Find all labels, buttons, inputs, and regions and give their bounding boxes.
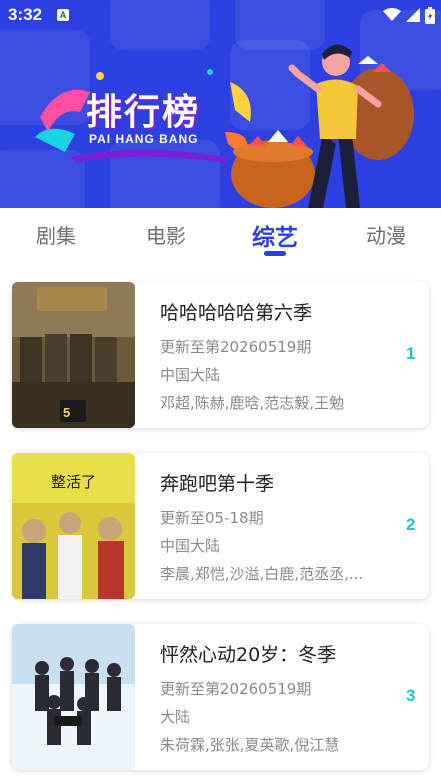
ranking-list: 5 哈哈哈哈哈第六季 更新至第20260519期 中国大陆 邓超,陈赫,鹿晗,范… bbox=[0, 266, 441, 784]
show-card[interactable]: 5 哈哈哈哈哈第六季 更新至第20260519期 中国大陆 邓超,陈赫,鹿晗,范… bbox=[12, 282, 429, 428]
banner-title: 排行榜 bbox=[86, 92, 201, 133]
show-title: 怦然心动20岁：冬季 bbox=[160, 644, 337, 666]
rank-number: 2 bbox=[406, 515, 416, 534]
rank-number: 3 bbox=[406, 686, 416, 705]
show-card[interactable]: 整活了 奔跑吧第十季 更新至05-18期 中国大陆 李晨,郑恺,沙溢,白鹿,范丞… bbox=[12, 453, 429, 599]
signal-icon bbox=[406, 8, 420, 22]
status-bar: 3:32 A bbox=[0, 0, 441, 32]
show-title: 奔跑吧第十季 bbox=[160, 473, 275, 495]
show-cast: 李晨,郑恺,沙溢,白鹿,范丞丞,... bbox=[160, 565, 364, 583]
svg-text:5: 5 bbox=[63, 405, 70, 420]
notification-a-icon: A bbox=[57, 9, 69, 21]
rank-number: 1 bbox=[406, 344, 416, 363]
show-cast: 邓超,陈赫,鹿晗,范志毅,王勉 bbox=[160, 394, 345, 412]
show-update-status: 更新至第20260519期 bbox=[160, 338, 312, 356]
show-title: 哈哈哈哈哈第六季 bbox=[160, 302, 313, 324]
show-region: 中国大陆 bbox=[160, 537, 221, 555]
battery-icon bbox=[425, 6, 435, 24]
show-cast: 朱荷霖,张张,夏英歌,倪江慧 bbox=[160, 736, 340, 754]
active-tab-indicator bbox=[264, 251, 286, 256]
show-poster bbox=[12, 624, 135, 770]
poster-image: 5 bbox=[12, 282, 135, 428]
poster-caption: 整活了 bbox=[50, 473, 96, 491]
show-poster: 整活了 bbox=[12, 453, 135, 599]
wifi-icon bbox=[383, 8, 401, 21]
tab-movies[interactable]: 电影 bbox=[136, 220, 196, 249]
category-tabs: 剧集 电影 综艺 动漫 bbox=[0, 208, 441, 266]
mascot-illustration bbox=[231, 44, 414, 208]
tab-dramas[interactable]: 剧集 bbox=[26, 220, 86, 249]
tab-anime[interactable]: 动漫 bbox=[356, 220, 416, 249]
show-poster: 5 bbox=[12, 282, 135, 428]
tab-variety[interactable]: 综艺 bbox=[245, 218, 305, 252]
show-region: 大陆 bbox=[160, 708, 191, 726]
status-time: 3:32 bbox=[8, 5, 43, 24]
system-icons bbox=[383, 6, 435, 24]
ranking-banner: 排行榜 PAI HANG BANG 3:32 A bbox=[0, 0, 441, 208]
show-update-status: 更新至第20260519期 bbox=[160, 680, 312, 698]
show-region: 中国大陆 bbox=[160, 366, 221, 384]
show-card[interactable]: 怦然心动20岁：冬季 更新至第20260519期 大陆 朱荷霖,张张,夏英歌,倪… bbox=[12, 624, 429, 770]
poster-image bbox=[12, 624, 135, 770]
show-update-status: 更新至05-18期 bbox=[160, 509, 264, 527]
banner-subtitle: PAI HANG BANG bbox=[89, 132, 199, 146]
